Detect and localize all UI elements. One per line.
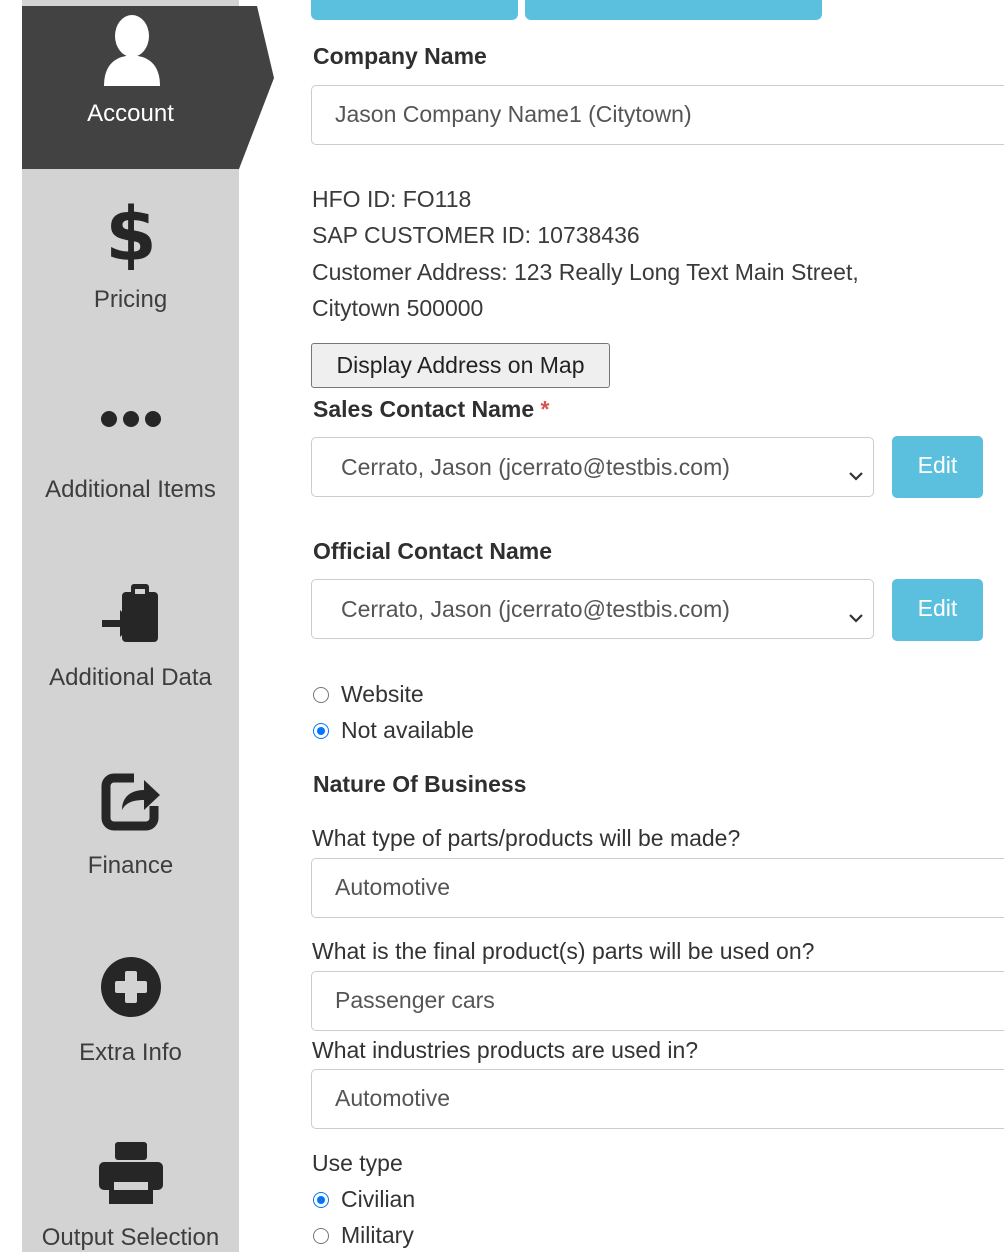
radio-label: Military [341,1222,414,1248]
dollar-icon: $ [105,190,157,278]
radio-button[interactable] [313,687,329,703]
ellipsis-icon [99,408,163,437]
sidebar-item-finance[interactable]: Finance [22,768,239,883]
sidebar-item-label: Extra Info [79,1039,182,1066]
svg-text:$: $ [106,192,156,270]
clipboard-import-icon [98,580,164,653]
official-contact-edit-button[interactable]: Edit [892,579,983,641]
nature-of-business-heading: Nature Of Business [313,771,527,797]
official-contact-select[interactable]: Cerrato, Jason (jcerrato@testbis.com) [311,579,874,639]
radio-label: Not available [341,717,474,743]
sidebar-item-label: Additional Items [45,476,216,503]
sidebar-nav: $ Pricing Additional Items Additional Da… [22,0,239,1252]
sidebar-item-account[interactable]: Account [22,6,274,169]
user-icon [104,14,160,93]
final-product-question: What is the final product(s) parts will … [312,938,815,964]
top-tab[interactable] [311,0,518,20]
customer-address-line2: Citytown 500000 [312,295,484,321]
official-contact-heading: Official Contact Name [313,538,552,564]
company-name-heading: Company Name [313,43,487,69]
industries-field[interactable]: Automotive [311,1069,1004,1129]
sidebar-item-output-selection[interactable]: Output Selection [22,1140,239,1252]
sap-customer-id: SAP CUSTOMER ID: 10738436 [312,222,640,248]
sidebar-item-label: Account [87,100,174,127]
sidebar-item-pricing[interactable]: $ Pricing [22,190,239,330]
account-form: Company Name Jason Company Name1 (Cityto… [311,0,1004,1252]
sales-contact-label: Sales Contact Name [313,396,535,422]
plus-circle-icon [99,955,163,1026]
radio-label: Civilian [341,1186,416,1212]
sales-contact-selected: Cerrato, Jason (jcerrato@testbis.com) [341,454,730,480]
parts-products-field[interactable]: Automotive [311,858,1004,918]
printer-icon [97,1140,165,1213]
sidebar-item-label: Output Selection [41,1224,220,1251]
top-tab[interactable] [525,0,822,20]
sales-contact-heading: Sales Contact Name * [313,396,549,423]
customer-address: Customer Address: 123 Really Long Text M… [312,259,859,285]
company-name-field[interactable]: Jason Company Name1 (Citytown) [311,85,1004,145]
radio-button[interactable] [313,1228,329,1244]
sales-contact-select[interactable]: Cerrato, Jason (jcerrato@testbis.com) [311,437,874,497]
sidebar-item-label: Finance [87,852,174,879]
final-product-field[interactable]: Passenger cars [311,971,1004,1031]
required-marker: * [540,396,550,422]
use-type-label: Use type [312,1150,403,1176]
sidebar-item-additional-data[interactable]: Additional Data [22,580,239,695]
sidebar-item-label: Pricing [93,286,168,313]
official-contact-selected: Cerrato, Jason (jcerrato@testbis.com) [341,596,730,622]
sidebar-item-label: Additional Data [49,664,212,691]
industries-question: What industries products are used in? [312,1037,699,1063]
sidebar-item-additional-items[interactable]: Additional Items [22,400,239,510]
share-square-icon [98,768,164,841]
hfo-id: HFO ID: FO118 [312,186,472,212]
radio-button[interactable] [313,723,329,739]
radio-button[interactable] [313,1192,329,1208]
chevron-down-icon [849,460,863,487]
radio-label: Website [341,681,424,707]
sidebar-item-extra-info[interactable]: Extra Info [22,955,239,1070]
chevron-down-icon [849,602,863,629]
parts-products-question: What type of parts/products will be made… [312,825,741,851]
display-address-on-map-button[interactable]: Display Address on Map [311,343,610,388]
sales-contact-edit-button[interactable]: Edit [892,436,983,498]
